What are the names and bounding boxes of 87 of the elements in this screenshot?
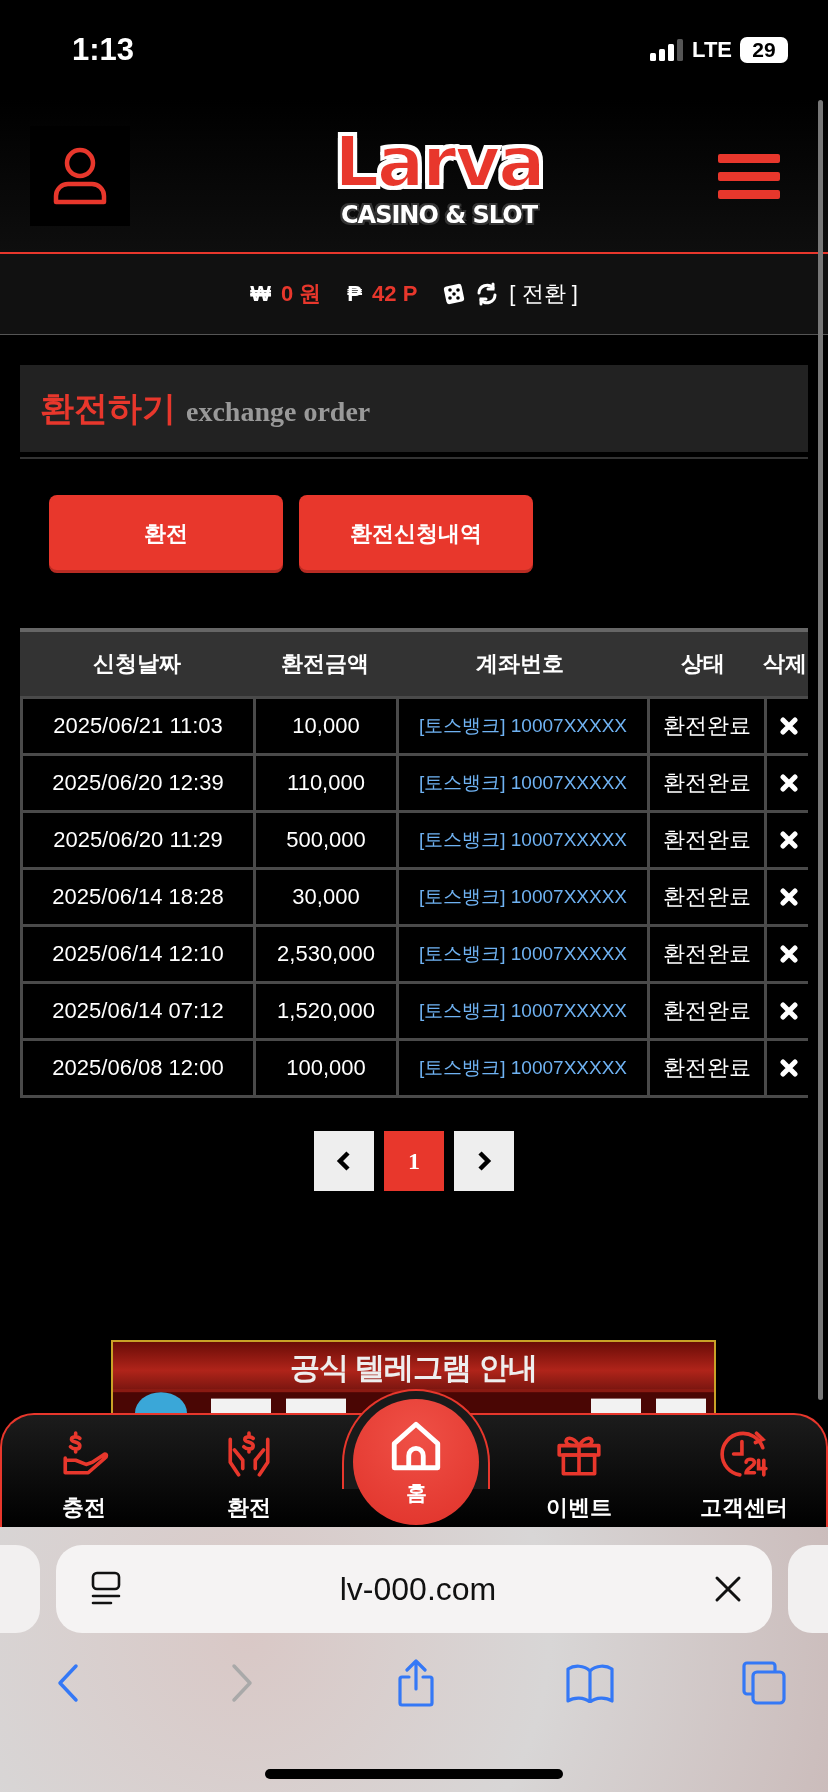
chevron-left-icon [56,1663,80,1703]
amount-cell: 10,000 [256,699,396,753]
user-icon [52,146,108,206]
clock-24-icon [718,1429,769,1479]
account-cell: [토스뱅크] 10007XXXXX [399,813,647,867]
status-cell: 환전완료 [650,756,764,810]
date-cell: 2025/06/14 12:10 [23,927,253,981]
share-icon [396,1659,436,1707]
section-subtitle: exchange order [186,395,371,428]
delete-button[interactable] [767,870,811,924]
page-button[interactable]: 1 [384,1131,444,1191]
point-balance: 42 P [372,281,418,307]
address-bar[interactable]: lv-000.com [56,1545,772,1633]
amount-cell: 500,000 [256,813,396,867]
cash-balance: 0 원 [281,280,322,308]
action-button[interactable]: 환전 [49,495,283,573]
column-header: 환전금액 [279,650,370,678]
delete-button[interactable] [767,699,811,753]
status-cell: 환전완료 [650,927,764,981]
dice-icon [443,283,466,305]
account-cell: [토스뱅크] 10007XXXXX [399,927,647,981]
date-cell: 2025/06/21 11:03 [23,699,253,753]
signal-icon [650,39,685,61]
account-cell: [토스뱅크] 10007XXXXX [399,756,647,810]
chevron-right-icon [476,1150,492,1172]
point-symbol: ₱ [347,281,363,307]
amount-cell: 1,520,000 [256,984,396,1038]
nav-item[interactable]: 이벤트 [496,1415,662,1527]
delete-button[interactable] [767,984,811,1038]
x-icon [780,1002,798,1020]
account-cell: [토스뱅크] 10007XXXXX [399,699,647,753]
nav-item[interactable]: 충전 [2,1415,167,1527]
x-icon [780,717,798,735]
reader-icon[interactable] [90,1571,122,1607]
date-cell: 2025/06/20 12:39 [23,756,253,810]
column-header: 상태 [679,650,726,678]
logo-tagline: CASINO & SLOT [340,201,537,229]
amount-cell: 100,000 [256,1041,396,1095]
status-cell: 환전완료 [650,870,764,924]
delete-button[interactable] [767,813,811,867]
column-header: 신청날짜 [91,650,182,678]
status-time: 1:13 [72,32,135,68]
amount-cell: 110,000 [256,756,396,810]
column-header: 계좌번호 [475,650,565,678]
date-cell: 2025/06/20 11:29 [23,813,253,867]
x-icon [780,1059,798,1077]
status-cell: 환전완료 [650,699,764,753]
status-cell: 환전완료 [650,984,764,1038]
home-button[interactable]: 홈 [353,1399,479,1525]
account-cell: [토스뱅크] 10007XXXXX [399,984,647,1038]
delete-button[interactable] [767,927,811,981]
chevron-right-icon [230,1663,254,1703]
account-cell: [토스뱅크] 10007XXXXX [399,1041,647,1095]
x-icon [780,945,798,963]
date-cell: 2025/06/14 07:12 [23,984,253,1038]
x-icon [780,774,798,792]
amount-cell: 30,000 [256,870,396,924]
status-cell: 환전완료 [650,1041,764,1095]
status-cell: 환전완료 [650,813,764,867]
next-page-button[interactable] [454,1131,514,1191]
section-title: 환전하기 [40,387,176,429]
won-symbol: ₩ [250,281,271,307]
account-cell: [토스뱅크] 10007XXXXX [399,870,647,924]
close-icon[interactable] [714,1575,742,1603]
network-label: LTE [692,37,732,63]
menu-icon[interactable] [718,153,780,199]
logo-text: Larva [334,123,544,201]
previous-page-button[interactable] [314,1131,374,1191]
date-cell: 2025/06/08 12:00 [23,1041,253,1095]
banner-title: 공식 텔레그램 안내 [290,1350,537,1386]
switch-link[interactable]: [ 전환 ] [509,279,578,309]
battery-level: 29 [740,37,788,63]
telegram-banner[interactable]: 공식 텔레그램 안내 [111,1340,716,1413]
x-icon [780,831,798,849]
nav-item[interactable]: 환전 [166,1415,332,1527]
book-icon [566,1663,614,1703]
amount-cell: 2,530,000 [256,927,396,981]
date-cell: 2025/06/14 18:28 [23,870,253,924]
action-button[interactable]: 환전신청내역 [299,495,533,573]
delete-button[interactable] [767,1041,811,1095]
column-header: 삭제 [761,650,808,678]
tabs-icon [741,1660,787,1706]
chevron-left-icon [336,1150,352,1172]
url-text: lv-000.com [339,1570,497,1608]
nav-item[interactable]: 고객센터 [661,1415,826,1527]
x-icon [780,888,798,906]
delete-button[interactable] [767,756,811,810]
